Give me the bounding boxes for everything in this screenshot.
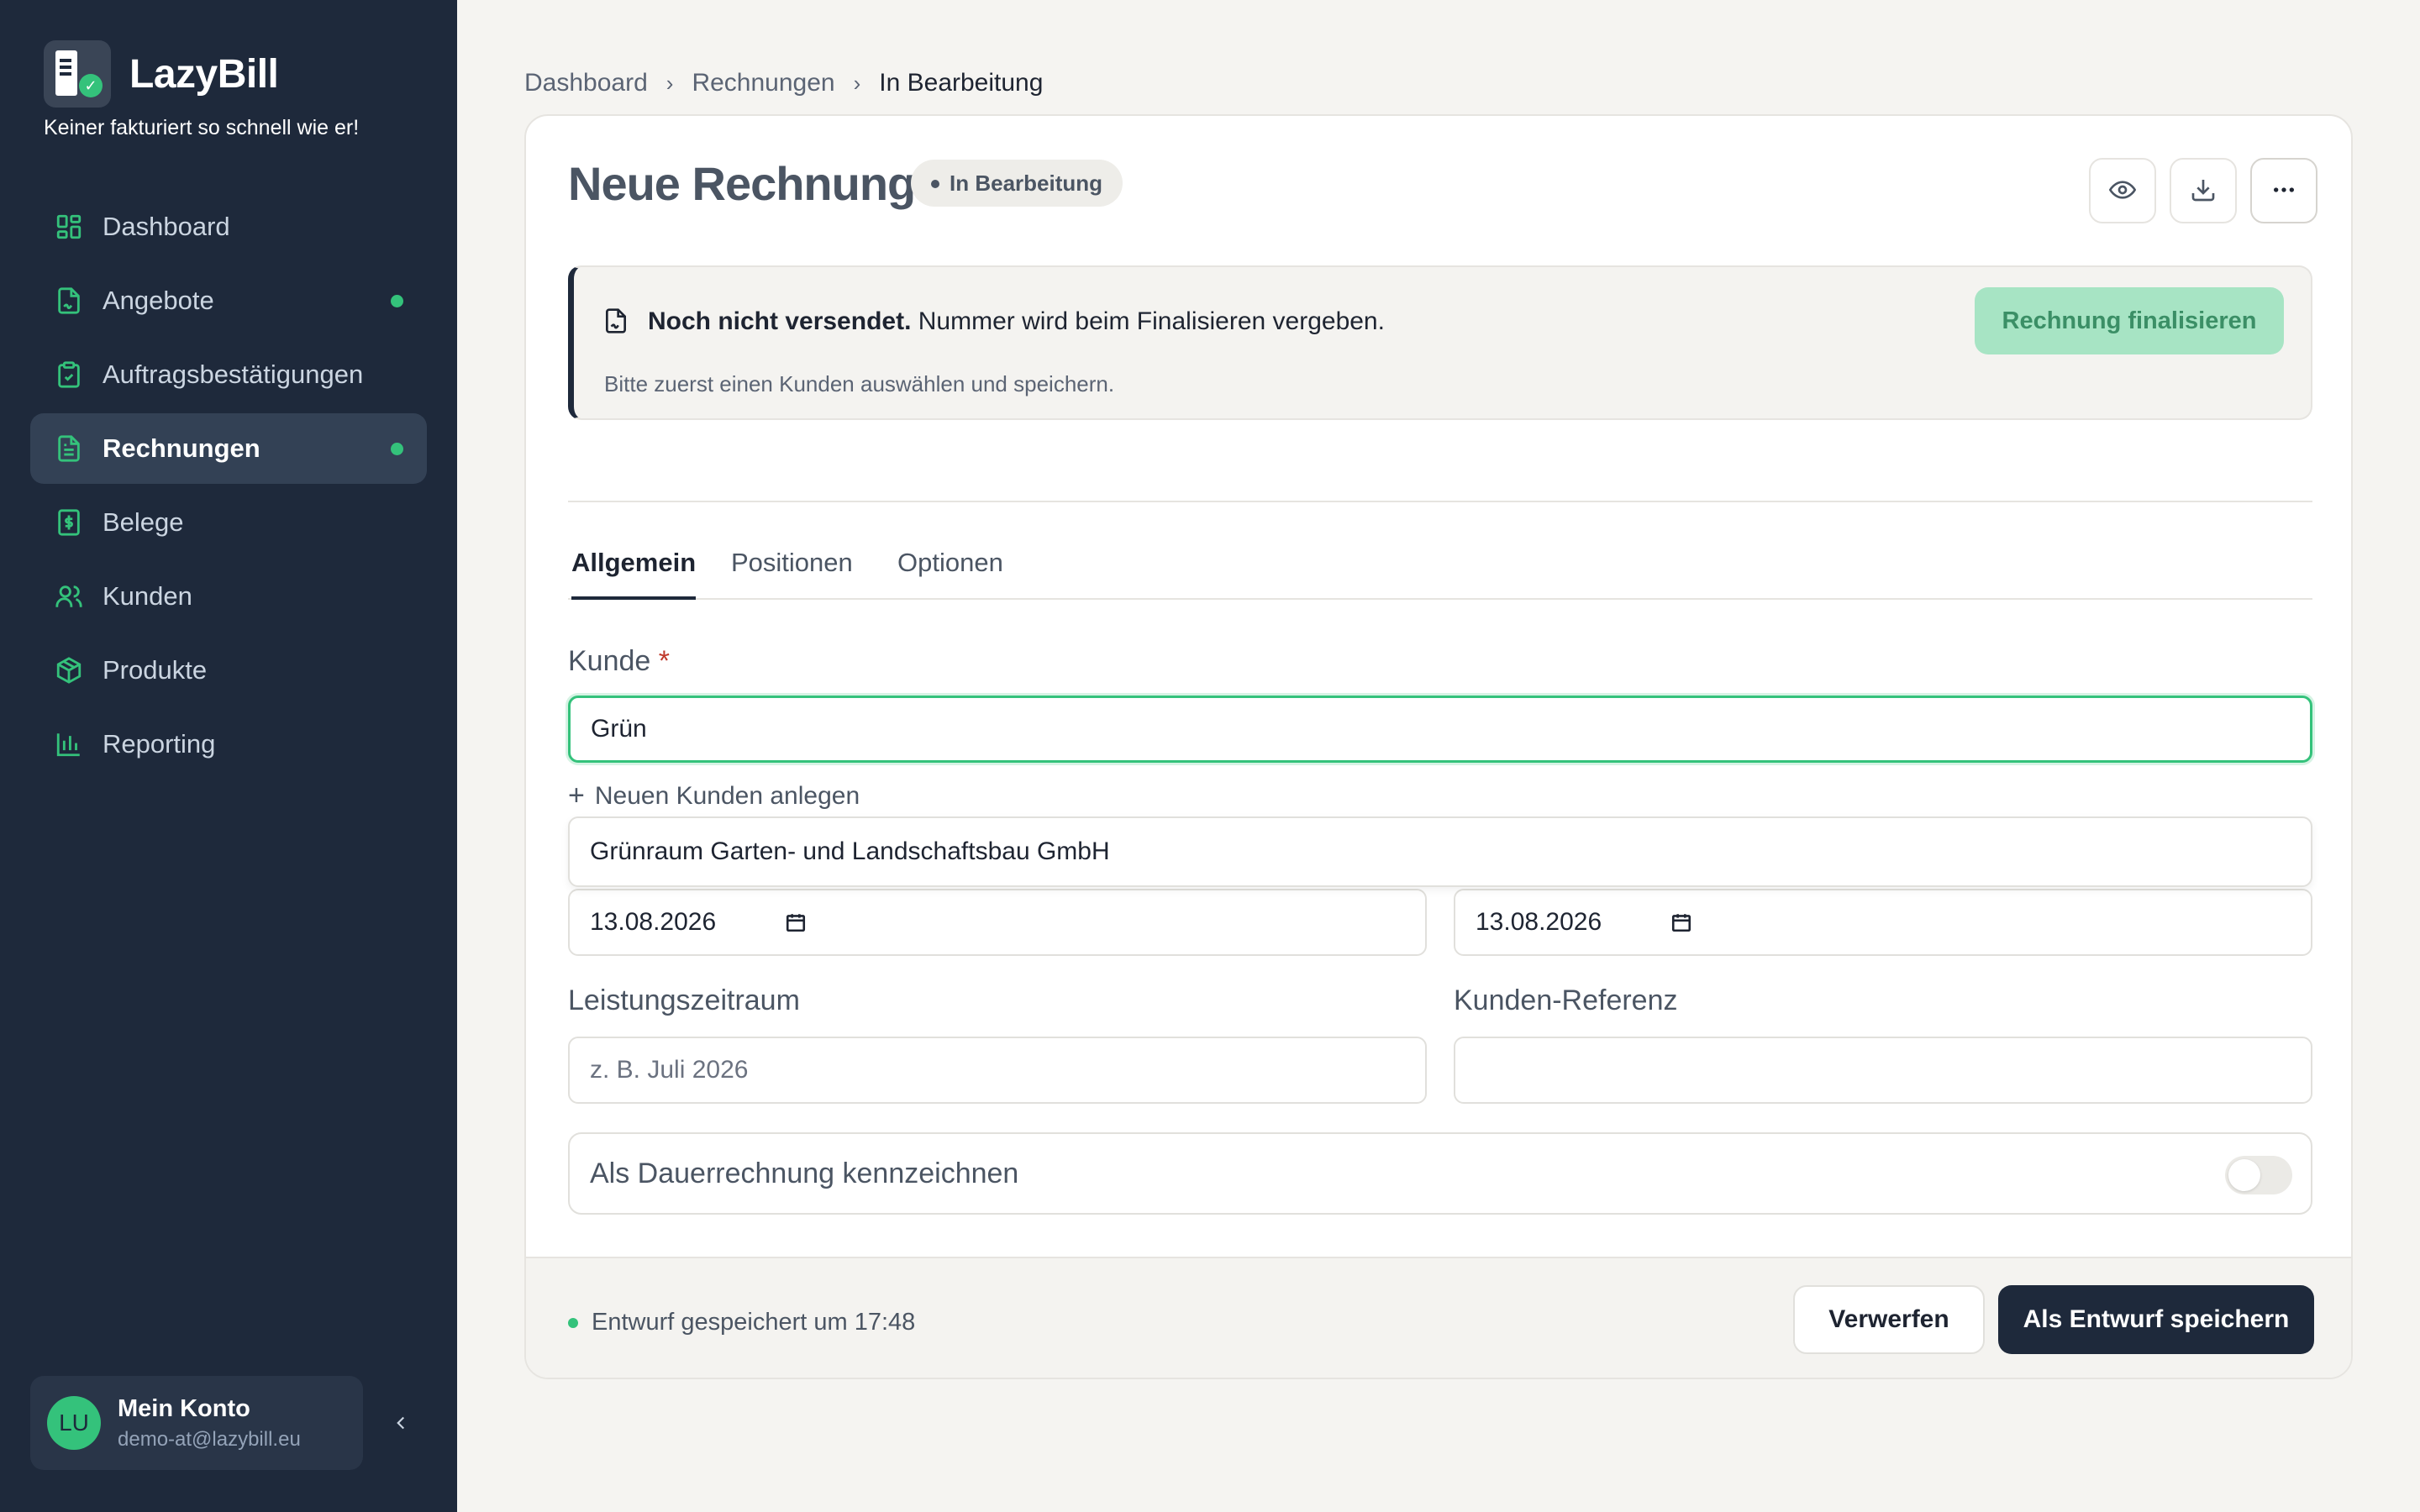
save-draft-button[interactable]: Als Entwurf speichern xyxy=(1998,1285,2314,1354)
customer-label-text: Kunde xyxy=(568,645,651,677)
recurring-invoice-row: Als Dauerrechnung kennzeichnen xyxy=(568,1132,2312,1215)
service-period-placeholder: z. B. Juli 2026 xyxy=(590,1056,749,1084)
invoice-date-input[interactable]: 13.08.2026 xyxy=(568,889,1427,956)
bar-chart-icon xyxy=(54,729,84,759)
dashboard-icon xyxy=(54,212,84,242)
users-icon xyxy=(54,581,84,612)
save-status-text: Entwurf gespeichert um 17:48 xyxy=(592,1309,916,1336)
account-name: Mein Konto xyxy=(118,1394,250,1422)
due-date-input[interactable]: 13.08.2026 xyxy=(1454,889,2312,956)
customer-search-input[interactable]: Grün xyxy=(568,696,2312,763)
sidebar-item-label: Reporting xyxy=(103,729,216,759)
sidebar-item-belege[interactable]: Belege xyxy=(30,487,427,558)
tab-bar: Allgemein Positionen Optionen xyxy=(568,548,2312,600)
more-actions-button[interactable] xyxy=(2250,158,2317,223)
notification-dot xyxy=(391,443,403,455)
customer-reference-input[interactable] xyxy=(1454,1037,2312,1104)
breadcrumb-rechnungen[interactable]: Rechnungen xyxy=(692,69,834,97)
sidebar-item-rechnungen[interactable]: Rechnungen xyxy=(30,413,427,484)
notice-text: Nummer wird beim Finalisieren vergeben. xyxy=(918,307,1385,335)
app-name: LazyBill xyxy=(129,51,279,97)
sidebar-item-label: Produkte xyxy=(103,655,208,685)
customer-label: Kunde * xyxy=(568,645,670,678)
sidebar-item-angebote[interactable]: Angebote xyxy=(30,265,427,336)
app-tagline: Keiner fakturiert so schnell wie er! xyxy=(44,116,360,139)
sidebar-item-dashboard[interactable]: Dashboard xyxy=(30,192,427,262)
save-status: Entwurf gespeichert um 17:48 xyxy=(568,1309,915,1336)
status-badge: In Bearbeitung xyxy=(911,160,1123,207)
new-customer-link[interactable]: + Neuen Kunden anlegen xyxy=(568,780,860,812)
sidebar: ✓ LazyBill Keiner fakturiert so schnell … xyxy=(0,0,457,1512)
service-period-input[interactable]: z. B. Juli 2026 xyxy=(568,1037,1427,1104)
notice-hint: Bitte zuerst einen Kunden auswählen und … xyxy=(604,371,1115,396)
page-title: Neue Rechnung xyxy=(568,157,916,210)
preview-button[interactable] xyxy=(2089,158,2156,223)
sidebar-item-label: Kunden xyxy=(103,581,192,611)
customer-input-value: Grün xyxy=(591,715,647,743)
collapse-sidebar-chevron-left-icon[interactable] xyxy=(388,1408,413,1438)
editor-footer: Entwurf gespeichert um 17:48 Verwerfen A… xyxy=(526,1257,2351,1378)
eye-icon xyxy=(2108,176,2137,206)
download-button[interactable] xyxy=(2170,158,2237,223)
clipboard-check-icon xyxy=(54,360,84,390)
sidebar-item-label: Angebote xyxy=(103,286,214,315)
package-icon xyxy=(54,655,84,685)
breadcrumb-dashboard[interactable]: Dashboard xyxy=(524,69,648,97)
finalize-invoice-button[interactable]: Rechnung finalisieren xyxy=(1975,287,2284,354)
tab-allgemein[interactable]: Allgemein xyxy=(571,548,697,600)
recurring-invoice-toggle[interactable] xyxy=(2225,1156,2292,1194)
breadcrumb-current: In Bearbeitung xyxy=(879,69,1044,97)
file-signature-icon xyxy=(602,306,629,336)
notice-title: Noch nicht versendet. xyxy=(648,307,912,335)
receipt-dollar-icon xyxy=(54,507,84,538)
breadcrumb: Dashboard › Rechnungen › In Bearbeitung xyxy=(524,69,1043,97)
notice-message: Noch nicht versendet. Nummer wird beim F… xyxy=(648,307,1385,336)
chevron-right-icon: › xyxy=(853,70,861,96)
sidebar-item-label: Dashboard xyxy=(103,212,230,241)
service-period-label: Leistungszeitraum xyxy=(568,984,800,1016)
due-date-value: 13.08.2026 xyxy=(1476,908,1602,936)
calendar-icon[interactable] xyxy=(785,911,807,934)
saved-status-dot xyxy=(568,1317,578,1328)
discard-button[interactable]: Verwerfen xyxy=(1793,1285,1985,1354)
divider xyxy=(568,501,2312,502)
invoice-date-value: 13.08.2026 xyxy=(590,908,717,936)
required-marker: * xyxy=(658,645,671,677)
notification-dot xyxy=(391,295,403,307)
file-signature-icon xyxy=(54,286,84,316)
tab-optionen[interactable]: Optionen xyxy=(897,548,1003,600)
sidebar-item-auftragsbestaetigungen[interactable]: Auftragsbestätigungen xyxy=(30,339,427,410)
more-icon xyxy=(2270,176,2297,206)
account-email: demo-at@lazybill.eu xyxy=(118,1427,301,1451)
draft-notice: Noch nicht versendet. Nummer wird beim F… xyxy=(568,265,2312,420)
chevron-right-icon: › xyxy=(666,70,674,96)
sidebar-item-produkte[interactable]: Produkte xyxy=(30,635,427,706)
tab-positionen[interactable]: Positionen xyxy=(731,548,853,600)
lazybill-logo-icon: ✓ xyxy=(44,40,111,108)
download-icon xyxy=(2190,176,2217,206)
recurring-invoice-label: Als Dauerrechnung kennzeichnen xyxy=(590,1157,1019,1189)
customer-reference-label: Kunden-Referenz xyxy=(1454,984,1678,1016)
customer-suggestion-item[interactable]: Grünraum Garten- und Landschaftsbau GmbH xyxy=(568,816,2312,887)
avatar: LU xyxy=(47,1396,101,1450)
sidebar-item-label: Rechnungen xyxy=(103,433,260,463)
invoice-editor-card: Neue Rechnung In Bearbeitung Noch nicht … xyxy=(524,114,2353,1379)
file-text-icon xyxy=(54,433,84,464)
sidebar-item-reporting[interactable]: Reporting xyxy=(30,709,427,780)
account-menu[interactable]: LU Mein Konto demo-at@lazybill.eu xyxy=(30,1376,363,1470)
sidebar-item-label: Belege xyxy=(103,507,184,537)
sidebar-item-kunden[interactable]: Kunden xyxy=(30,561,427,632)
calendar-icon[interactable] xyxy=(1670,911,1692,934)
plus-icon: + xyxy=(568,780,585,811)
customer-suggestion-label: Grünraum Garten- und Landschaftsbau GmbH xyxy=(590,837,1110,865)
new-customer-label: Neuen Kunden anlegen xyxy=(594,781,860,810)
sidebar-nav: Dashboard Angebote Auftragsbestätigungen… xyxy=(30,192,427,783)
sidebar-item-label: Auftragsbestätigungen xyxy=(103,360,364,389)
brand[interactable]: ✓ LazyBill xyxy=(44,40,279,108)
